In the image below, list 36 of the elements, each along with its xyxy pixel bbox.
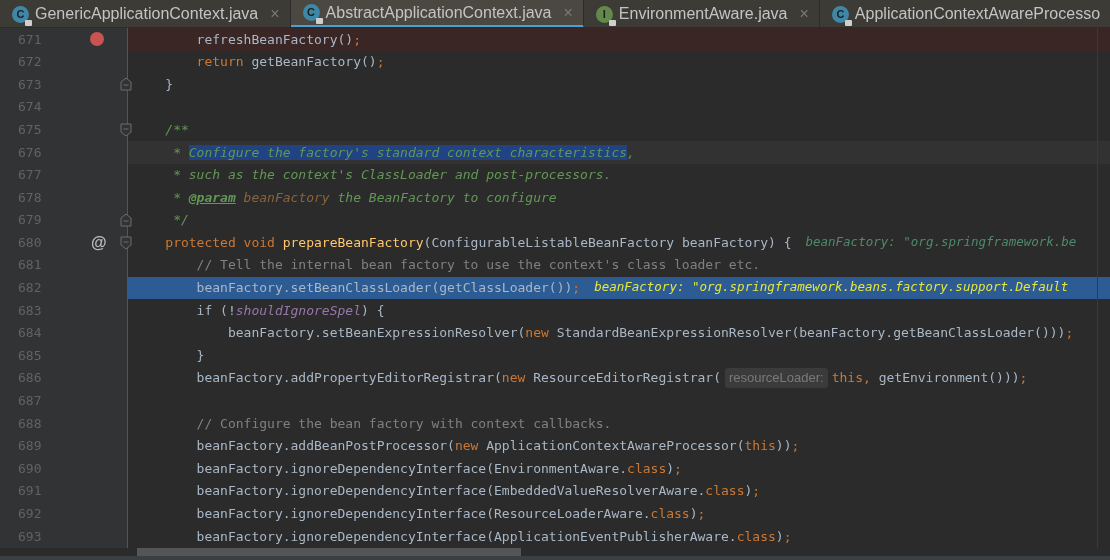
code-line: } [164,75,174,94]
code-line: protected void prepareBeanFactory(ConfigurableListableBeanFactory beanFactory) { [164,233,792,252]
code-line: beanFactory.addPropertyEditorRegistrar(new ResourceEditorRegistrar( [195,369,721,388]
code-line: // Configure the bean factory with context callbacks. [195,414,612,433]
inline-value-hint: beanFactory: "org.springframework.beans.factory.support.Default [594,278,1069,297]
implements-marker[interactable]: @ [91,230,107,255]
code-line: beanFactory.setBeanClassLoader(getClassLoader()); [195,279,581,298]
code-line: // Tell the internal bean factory to use the context's class loader etc. [195,256,761,275]
code-line: beanFactory.ignoreDependencyInterface(EmbeddedValueResolverAware.class); [195,482,761,501]
code-line: * such as the context's ClassLoader and post-processors. [172,166,612,185]
class-file-icon: C [12,5,29,23]
interface-file-icon: I [595,5,613,23]
class-file-icon: C [302,4,320,21]
code-line: */ [172,211,189,230]
code-line: beanFactory.ignoreDependencyInterface(ResourceLoaderAware.class); [195,505,706,523]
code-line: refreshBeanFactory(); [195,30,361,49]
code-line: beanFactory.ignoreDependencyInterface(ApplicationEventPublisherAware.class); [195,527,792,546]
editor-tab[interactable]: C AbstractApplicationContext.java × [290,0,584,27]
scrollbar-thumb[interactable] [137,548,521,556]
parameter-hint: resourceLoader: [725,368,828,388]
class-file-icon: C [831,5,849,23]
code-line: beanFactory.setBeanExpressionResolver(new StandardBeanExpressionResolver(beanFactory.getBeanClassLoader())); [226,324,1074,343]
code-line: beanFactory.addBeanPostProcessor(new ApplicationContextAwareProcessor(this)); [195,437,800,456]
fold-icon[interactable] [120,235,132,250]
breakpoint-icon[interactable] [90,32,104,47]
code-line: if (!shouldIgnoreSpel) { [195,301,385,320]
code-line: * @param beanFactory the BeanFactory to configure [172,188,557,207]
code-line: this, getEnvironment())); [831,369,1028,388]
code-line: } [195,346,205,365]
code-line: /** [164,120,189,139]
inline-value-hint: beanFactory: "org.springframework.be [805,233,1077,252]
fold-icon[interactable] [120,122,132,137]
code-line: beanFactory.ignoreDependencyInterface(EnvironmentAware.class); [195,459,682,478]
code-line: return getBeanFactory(); [195,53,385,72]
fold-icon[interactable] [120,213,132,228]
fold-icon[interactable] [120,77,132,92]
